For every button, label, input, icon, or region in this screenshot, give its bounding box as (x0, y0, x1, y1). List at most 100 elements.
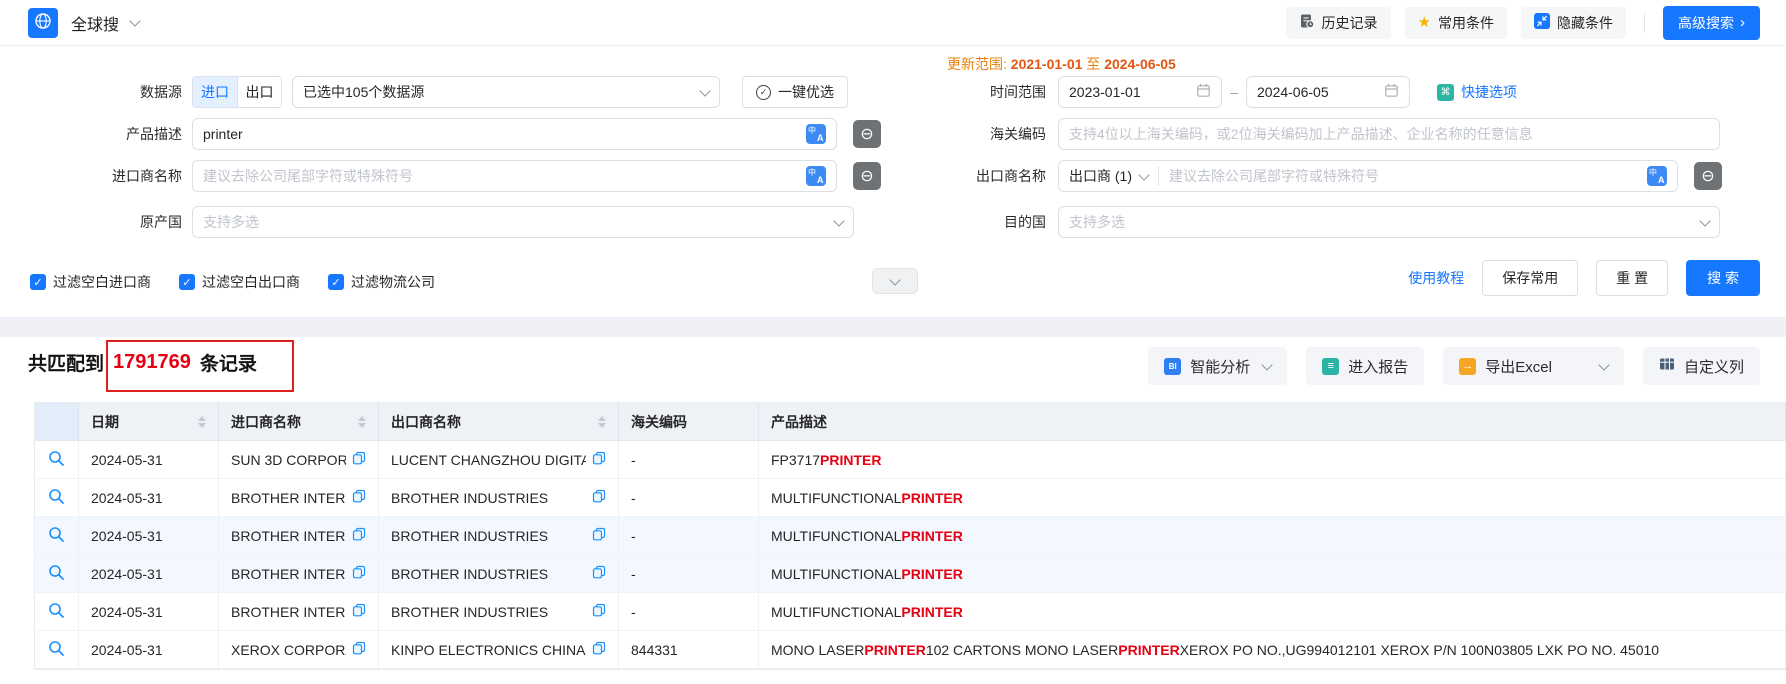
exporter-name[interactable]: KINPO ELECTRONICS CHINA CO (391, 642, 586, 658)
filter-checkbox-1[interactable]: ✓过滤空白出口商 (179, 272, 300, 292)
history-button[interactable]: 历史记录 (1286, 7, 1391, 39)
smart-analysis-button[interactable]: BI 智能分析 (1148, 347, 1287, 385)
exporter-name[interactable]: LUCENT CHANGZHOU DIGITAL (391, 452, 586, 468)
translate-icon[interactable]: 中A (806, 124, 826, 144)
copy-icon[interactable] (352, 451, 366, 468)
copy-icon[interactable] (352, 489, 366, 506)
exclude-icon[interactable]: ⊖ (1694, 162, 1722, 190)
row-detail-button[interactable] (35, 517, 79, 554)
table-row: 2024-05-31BROTHER INTERNBROTHER INDUSTRI… (35, 517, 1786, 555)
reset-button[interactable]: 重 置 (1596, 260, 1668, 296)
hs-code-cell: - (619, 517, 759, 554)
end-date-input[interactable]: 2024-06-05 (1246, 76, 1410, 108)
importer-name[interactable]: BROTHER INTERN (231, 528, 346, 544)
start-date-input[interactable]: 2023-01-01 (1058, 76, 1222, 108)
export-excel-button[interactable]: → 导出Excel (1443, 347, 1624, 385)
exporter-input[interactable] (1169, 168, 1641, 184)
exclude-icon[interactable]: ⊖ (853, 120, 881, 148)
row-detail-button[interactable] (35, 593, 79, 630)
export-toggle[interactable]: 出口 (237, 77, 281, 107)
exporter-name[interactable]: BROTHER INDUSTRIES (391, 566, 586, 582)
product-desc-cell: MULTIFUNCTIONAL PRINTER (759, 479, 1786, 516)
copy-icon[interactable] (352, 603, 366, 620)
importer-name[interactable]: XEROX CORPORA (231, 642, 346, 658)
translate-icon[interactable]: 中A (1647, 166, 1667, 186)
column-header-进口商名称[interactable]: 进口商名称 (219, 403, 379, 440)
hide-conditions-button[interactable]: 隐藏条件 (1521, 7, 1626, 39)
exporter-cell: BROTHER INDUSTRIES (379, 593, 619, 630)
importer-name[interactable]: BROTHER INTERN (231, 490, 346, 506)
row-detail-button[interactable] (35, 441, 79, 478)
exporter-cell: BROTHER INDUSTRIES (379, 555, 619, 592)
translate-icon[interactable]: 中A (806, 166, 826, 186)
chevron-down-icon (833, 215, 844, 226)
copy-icon[interactable] (352, 527, 366, 544)
column-header-icon (35, 403, 79, 440)
bi-analysis-icon: BI (1164, 358, 1181, 375)
product-desc-field: 中A (192, 118, 837, 150)
update-range-note: 更新范围: 2021-01-01 至 2024-06-05 (947, 54, 1176, 74)
hs-code-input[interactable] (1069, 126, 1709, 142)
chevron-down-icon (699, 85, 710, 96)
tutorial-link[interactable]: 使用教程 (1408, 268, 1464, 288)
columns-grid-icon (1659, 356, 1675, 376)
checkbox-icon: ✓ (179, 274, 195, 290)
row-detail-button[interactable] (35, 479, 79, 516)
importer-name[interactable]: BROTHER INTERN (231, 604, 346, 620)
data-source-select[interactable]: 已选中105个数据源 (292, 76, 720, 108)
chevron-down-icon[interactable] (129, 15, 140, 26)
favorites-button[interactable]: ★ 常用条件 (1405, 7, 1507, 39)
row-detail-button[interactable] (35, 555, 79, 592)
advanced-search-button[interactable]: 高级搜索 › (1663, 6, 1760, 40)
table-row: 2024-05-31BROTHER INTERNBROTHER INDUSTRI… (35, 555, 1786, 593)
copy-icon[interactable] (592, 451, 606, 468)
table-row: 2024-05-31BROTHER INTERNBROTHER INDUSTRI… (35, 479, 1786, 517)
product-desc-input[interactable] (203, 126, 800, 142)
search-icon (48, 488, 65, 508)
import-toggle[interactable]: 进口 (193, 77, 237, 107)
copy-icon[interactable] (352, 565, 366, 582)
origin-country-select[interactable]: 支持多选 (192, 206, 854, 238)
dest-country-select[interactable]: 支持多选 (1058, 206, 1720, 238)
sort-icons[interactable] (350, 416, 366, 428)
importer-name[interactable]: BROTHER INTERN (231, 566, 346, 582)
exporter-name[interactable]: BROTHER INDUSTRIES (391, 528, 586, 544)
product-text: FP3717 (771, 452, 820, 468)
column-header-出口商名称[interactable]: 出口商名称 (379, 403, 619, 440)
save-favorite-button[interactable]: 保存常用 (1482, 260, 1578, 296)
sort-icons[interactable] (190, 416, 206, 428)
copy-icon[interactable] (352, 641, 366, 658)
sort-desc-icon (198, 423, 206, 428)
hs-code-cell: 844331 (619, 631, 759, 668)
form-collapse-button[interactable] (872, 268, 918, 294)
exclude-icon[interactable]: ⊖ (853, 162, 881, 190)
search-button[interactable]: 搜 索 (1686, 260, 1760, 296)
copy-icon[interactable] (592, 565, 606, 582)
filter-label: 过滤物流公司 (351, 272, 435, 292)
copy-icon[interactable] (592, 603, 606, 620)
sort-icons[interactable] (590, 416, 606, 428)
filter-checkbox-row: ✓过滤空白进口商✓过滤空白出口商✓过滤物流公司 (30, 272, 435, 292)
table-body: 2024-05-31SUN 3D CORPORLUCENT CHANGZHOU … (35, 441, 1786, 669)
exporter-name[interactable]: BROTHER INDUSTRIES (391, 490, 586, 506)
importer-cell: XEROX CORPORA (219, 631, 379, 668)
exporter-type-select[interactable]: 出口商 (1) (1069, 166, 1159, 186)
global-search-app: 全球搜 历史记录 ★ 常用条件 隐藏条件 高级搜索 › (0, 0, 1786, 684)
filter-checkbox-2[interactable]: ✓过滤物流公司 (328, 272, 435, 292)
copy-icon[interactable] (592, 641, 606, 658)
row-detail-button[interactable] (35, 631, 79, 668)
copy-icon[interactable] (592, 489, 606, 506)
one-click-optimize-button[interactable]: ✓ 一键优选 (742, 76, 848, 108)
product-text: MULTIFUNCTIONAL (771, 528, 901, 544)
quick-options-link[interactable]: ⌘ 快捷选项 (1437, 76, 1517, 108)
copy-icon[interactable] (592, 527, 606, 544)
filter-label: 过滤空白进口商 (53, 272, 151, 292)
custom-columns-button[interactable]: 自定义列 (1643, 347, 1760, 385)
filter-checkbox-0[interactable]: ✓过滤空白进口商 (30, 272, 151, 292)
importer-name[interactable]: SUN 3D CORPOR (231, 452, 346, 468)
importer-cell: BROTHER INTERN (219, 555, 379, 592)
enter-report-button[interactable]: ≡ 进入报告 (1306, 347, 1424, 385)
exporter-name[interactable]: BROTHER INDUSTRIES (391, 604, 586, 620)
importer-input[interactable] (203, 168, 800, 184)
column-header-日期[interactable]: 日期 (79, 403, 219, 440)
